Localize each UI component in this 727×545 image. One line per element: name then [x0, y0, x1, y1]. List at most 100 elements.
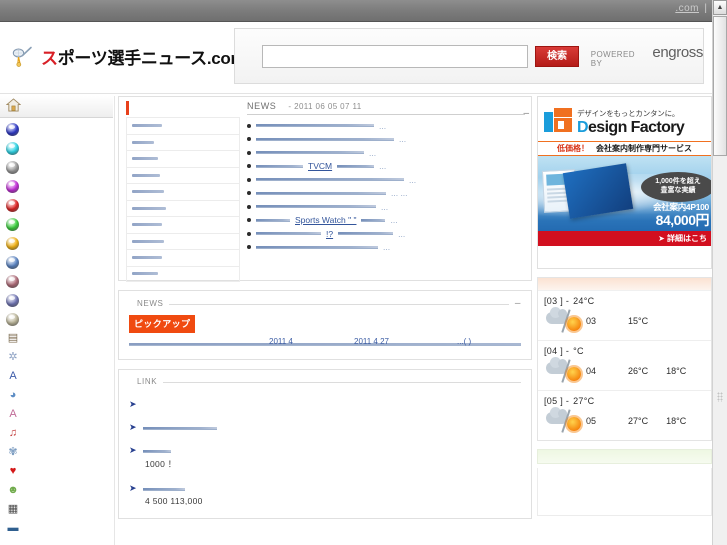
- news-left-row[interactable]: [126, 117, 240, 134]
- pickup-card: NEWS – ピックアップ 2011 4 2011 4 27 ...( ): [118, 290, 532, 360]
- news-link-ellipsis: ...: [369, 147, 377, 158]
- news-left-row[interactable]: [126, 199, 240, 216]
- link-item[interactable]: ➤ 1000 ！: [129, 445, 521, 470]
- news-list-item[interactable]: ...: [247, 200, 525, 214]
- sidebar-item-18[interactable]: ♥: [0, 462, 114, 481]
- sidebar-item-16[interactable]: ♫: [0, 424, 114, 443]
- sidebar-item-21[interactable]: ▬: [0, 519, 114, 538]
- id-card-icon: ▤: [7, 332, 19, 344]
- promo-content-area: [537, 468, 712, 516]
- news-left-row[interactable]: [126, 133, 240, 150]
- person-icon: ☻: [7, 484, 19, 496]
- bullet-icon: [247, 218, 251, 223]
- news-link-ellipsis: ...: [379, 120, 387, 131]
- redacted-link-text: [132, 256, 162, 260]
- sidebar-item-5[interactable]: [0, 215, 114, 234]
- orb-icon: [6, 161, 19, 174]
- sidebar-item-20[interactable]: ▦: [0, 500, 114, 519]
- pickup-collapse-toggle[interactable]: –: [515, 298, 521, 309]
- weather-temps: 27°C 18°C: [628, 416, 686, 426]
- redacted-link-text: [256, 218, 290, 222]
- news-right-panel: NEWS - 2011 06 05 07 11 – ......... TVCM.…: [247, 101, 529, 254]
- sidebar-item-7[interactable]: [0, 253, 114, 272]
- sidebar-item-0[interactable]: [0, 120, 114, 139]
- pickup-link-row[interactable]: 2011 4 2011 4 27 ...( ): [129, 337, 521, 347]
- news-list-item[interactable]: ...: [247, 173, 525, 187]
- speech-line-2: 豊富な実績: [660, 187, 696, 194]
- collapse-toggle[interactable]: –: [523, 108, 529, 119]
- sidebar-item-4[interactable]: [0, 196, 114, 215]
- music-note-icon: ♫: [8, 427, 18, 439]
- news-list-item[interactable]: Sports Watch " "...: [247, 214, 525, 228]
- sidebar-item-19[interactable]: ☻: [0, 481, 114, 500]
- scrollbar-thumb[interactable]: [713, 16, 727, 156]
- speech-line-1: 1,000件を超え: [655, 178, 701, 186]
- sidebar-item-14[interactable]: ◕: [0, 386, 114, 405]
- redacted-link-text: [142, 488, 185, 491]
- sidebar-item-3[interactable]: [0, 177, 114, 196]
- ad-strip-left: 低価格！: [557, 144, 589, 153]
- sidebar-item-15[interactable]: A: [0, 405, 114, 424]
- sidebar-item-2[interactable]: [0, 158, 114, 177]
- sidebar-item-6[interactable]: [0, 234, 114, 253]
- sidebar-item-home[interactable]: [0, 96, 113, 118]
- link-item[interactable]: ➤ 4 500 113,000: [129, 483, 521, 507]
- scroll-up-arrow-icon[interactable]: ▲: [713, 0, 727, 15]
- ad-cta-label: ➤ 詳細はこち: [658, 234, 707, 243]
- header-divider: [163, 382, 521, 383]
- news-left-row[interactable]: [126, 249, 240, 266]
- bullet-icon: [247, 204, 251, 209]
- ad-photo: 1,000件を超え 豊富な実績 会社案内4P100 84,000円 ➤ 詳細はこ…: [538, 156, 711, 246]
- home-icon: [5, 98, 22, 115]
- search-panel: 検索 POWERED BY engross: [234, 28, 704, 84]
- news-link-ellipsis: ...: [383, 242, 391, 253]
- news-list-item[interactable]: TVCM...: [247, 160, 525, 174]
- browser-top-bar: .com |: [0, 0, 727, 22]
- news-left-row[interactable]: [126, 166, 240, 183]
- news-list-item[interactable]: ...: [247, 241, 525, 255]
- sidebar-item-1[interactable]: [0, 139, 114, 158]
- news-left-row[interactable]: [126, 232, 240, 249]
- sidebar-item-13[interactable]: A: [0, 367, 114, 386]
- address-text[interactable]: .com: [675, 3, 699, 14]
- redacted-link-text: [256, 205, 376, 209]
- right-column: デザインをもっとカンタンに。 Design Factory 低価格！ 会社案内制…: [537, 96, 712, 516]
- powered-by-label: POWERED BY: [590, 50, 635, 68]
- sidebar-item-17[interactable]: ✾: [0, 443, 114, 462]
- news-list-item[interactable]: ...: [247, 133, 525, 147]
- sidebar-item-12[interactable]: ✲: [0, 348, 114, 367]
- sidebar-item-8[interactable]: [0, 272, 114, 291]
- news-item-list: ......... TVCM......... ...... Sports Watc…: [247, 119, 525, 254]
- news-left-row[interactable]: [126, 183, 240, 200]
- news-link-ellipsis: ...: [390, 215, 398, 226]
- news-list-item[interactable]: ...: [247, 146, 525, 160]
- sidebar-item-9[interactable]: [0, 291, 114, 310]
- center-column: NEWS - 2011 06 05 07 11 – ......... TVCM.…: [118, 96, 532, 528]
- bullet-icon: [247, 191, 251, 196]
- weather-row: [04 ] - °C 04 26°C 18°C: [538, 341, 711, 391]
- site-logo[interactable]: スポーツ選手ニュース.com: [10, 44, 246, 69]
- search-button[interactable]: 検索: [535, 45, 579, 67]
- news-left-row[interactable]: [126, 265, 240, 282]
- sidebar-icon-list: ▤ ✲ A ◕ A ♫ ✾ ♥ ☻ ▦ ▬: [0, 118, 114, 538]
- search-input[interactable]: [262, 44, 529, 68]
- news-list-item[interactable]: ... ...: [247, 187, 525, 201]
- ad-cta-button[interactable]: ➤ 詳細はこち: [538, 231, 711, 246]
- site-title-accent: ス: [41, 49, 58, 68]
- link-item[interactable]: ➤: [129, 399, 521, 409]
- news-list-item[interactable]: ...: [247, 119, 525, 133]
- heart-icon: ♥: [9, 465, 17, 477]
- news-list-item[interactable]: !?...: [247, 227, 525, 241]
- redacted-link-text: [132, 272, 158, 276]
- sidebar-item-11[interactable]: ▤: [0, 329, 114, 348]
- news-link-ellipsis: ...: [399, 134, 407, 145]
- advertisement-banner[interactable]: デザインをもっとカンタンに。 Design Factory 低価格！ 会社案内制…: [537, 96, 712, 269]
- sidebar-item-10[interactable]: [0, 310, 114, 329]
- link-item[interactable]: ➤: [129, 422, 521, 432]
- weather-temps: 15°C: [628, 316, 648, 326]
- partly-cloudy-icon: [544, 357, 586, 384]
- news-left-row[interactable]: [126, 150, 240, 167]
- vertical-scrollbar[interactable]: ▲: [712, 0, 727, 545]
- arrow-bullet-icon: ➤: [129, 445, 137, 455]
- news-left-row[interactable]: [126, 216, 240, 233]
